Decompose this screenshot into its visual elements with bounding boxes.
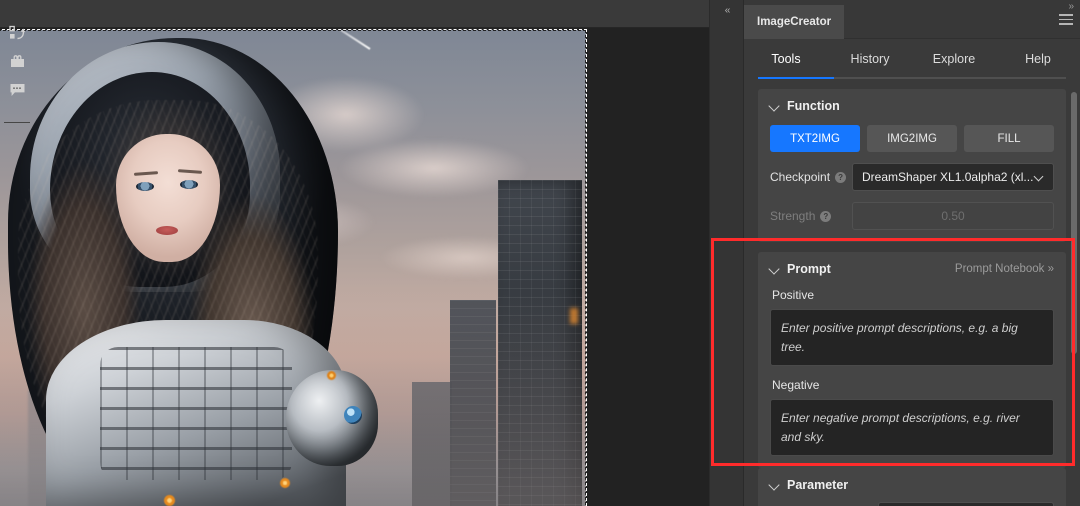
tab-history[interactable]: History [828, 39, 912, 79]
parameter-header[interactable]: Parameter [770, 478, 1054, 492]
strength-value: 0.50 [941, 209, 965, 223]
rail-icon-list [0, 22, 34, 123]
selected-image[interactable] [0, 29, 587, 506]
menu-line-1 [1059, 14, 1073, 16]
parameter-title-group: Parameter [770, 478, 848, 492]
prompt-notebook-link[interactable]: Prompt Notebook » [955, 263, 1054, 275]
character-figure [0, 30, 388, 506]
panel-scrollbar[interactable] [1071, 92, 1077, 354]
function-section: Function TXT2IMG IMG2IMG FILL Checkpoint… [758, 89, 1066, 242]
rail-collapse-button[interactable]: « [710, 2, 744, 18]
chevron-down-icon [1035, 173, 1044, 182]
image-canvas[interactable] [0, 28, 709, 506]
app-window: « ImageCreator » Tools History Explore H… [0, 0, 1080, 506]
comments-tool[interactable] [0, 78, 34, 106]
mode-txt2img[interactable]: TXT2IMG [770, 125, 860, 152]
parameter-first-input[interactable] [878, 502, 1054, 506]
strength-label: Strength [770, 209, 816, 223]
strength-input: 0.50 [852, 202, 1054, 230]
rail-divider [4, 122, 30, 123]
function-title-group: Function [770, 99, 840, 113]
positive-prompt-input[interactable]: Enter positive prompt descriptions, e.g.… [770, 309, 1054, 367]
mode-img2img[interactable]: IMG2IMG [867, 125, 957, 152]
prompt-section: Prompt Prompt Notebook » Positive Enter … [758, 252, 1066, 469]
chat-bubble-icon [9, 82, 26, 103]
negative-prompt-input[interactable]: Enter negative prompt descriptions, e.g.… [770, 399, 1054, 457]
checkpoint-select[interactable]: DreamShaper XL1.0alpha2 (xl... [852, 163, 1054, 191]
checkpoint-row: Checkpoint ? DreamShaper XL1.0alpha2 (xl… [770, 163, 1054, 191]
transform-tool[interactable] [0, 22, 34, 50]
prompt-header[interactable]: Prompt Prompt Notebook » [770, 262, 1054, 276]
help-icon[interactable]: ? [835, 171, 847, 183]
positive-label: Positive [772, 288, 815, 302]
parameter-section: Parameter [758, 468, 1066, 506]
chevron-down-icon[interactable] [770, 264, 780, 274]
tab-tools[interactable]: Tools [744, 39, 828, 79]
panel-collapse-button[interactable]: » [1068, 1, 1073, 12]
menu-line-2 [1059, 18, 1073, 20]
workspace [0, 0, 709, 506]
bag-icon [9, 54, 26, 74]
amber-light-2 [280, 478, 290, 488]
panel-tab-strip: Tools History Explore Help [744, 39, 1080, 79]
tab-help[interactable]: Help [996, 39, 1080, 79]
amber-light-1 [164, 495, 175, 506]
function-mode-group: TXT2IMG IMG2IMG FILL [770, 125, 1054, 152]
function-header[interactable]: Function [770, 99, 1054, 113]
chevron-down-icon[interactable] [770, 101, 780, 111]
eye-left [136, 182, 154, 191]
prompt-title: Prompt [787, 262, 831, 276]
negative-label: Negative [772, 378, 820, 393]
hamburger-menu-icon[interactable] [1059, 14, 1073, 28]
checkpoint-label-group: Checkpoint ? [770, 170, 852, 184]
function-title: Function [787, 99, 840, 113]
strength-label-group: Strength ? [770, 209, 852, 223]
assets-tool[interactable] [0, 50, 34, 78]
blue-lens [344, 406, 362, 424]
panel-tabbar: ImageCreator » [744, 0, 1080, 39]
chevron-down-icon[interactable] [770, 480, 780, 490]
strength-row: Strength ? 0.50 [770, 202, 1054, 230]
shoulder-pauldron [286, 370, 378, 466]
mode-fill[interactable]: FILL [964, 125, 1054, 152]
panel-scroll-area[interactable]: Function TXT2IMG IMG2IMG FILL Checkpoint… [744, 79, 1080, 506]
menu-line-3 [1059, 23, 1073, 25]
lips [156, 226, 178, 235]
parameter-title: Parameter [787, 478, 849, 493]
panel-tab-imagecreator[interactable]: ImageCreator [744, 5, 845, 39]
tool-rail [710, 0, 744, 506]
prompt-title-group: Prompt [770, 262, 831, 276]
generated-artwork [0, 30, 586, 506]
amber-light-3 [327, 371, 336, 380]
checkpoint-label: Checkpoint [770, 170, 831, 184]
workspace-topbar [0, 0, 709, 28]
image-creator-panel: ImageCreator » Tools History Explore Hel… [744, 0, 1080, 506]
checkpoint-value: DreamShaper XL1.0alpha2 (xl... [862, 170, 1034, 184]
eye-right [180, 180, 198, 189]
transform-rotate-icon [8, 25, 26, 47]
help-icon[interactable]: ? [820, 210, 832, 222]
tab-explore[interactable]: Explore [912, 39, 996, 79]
